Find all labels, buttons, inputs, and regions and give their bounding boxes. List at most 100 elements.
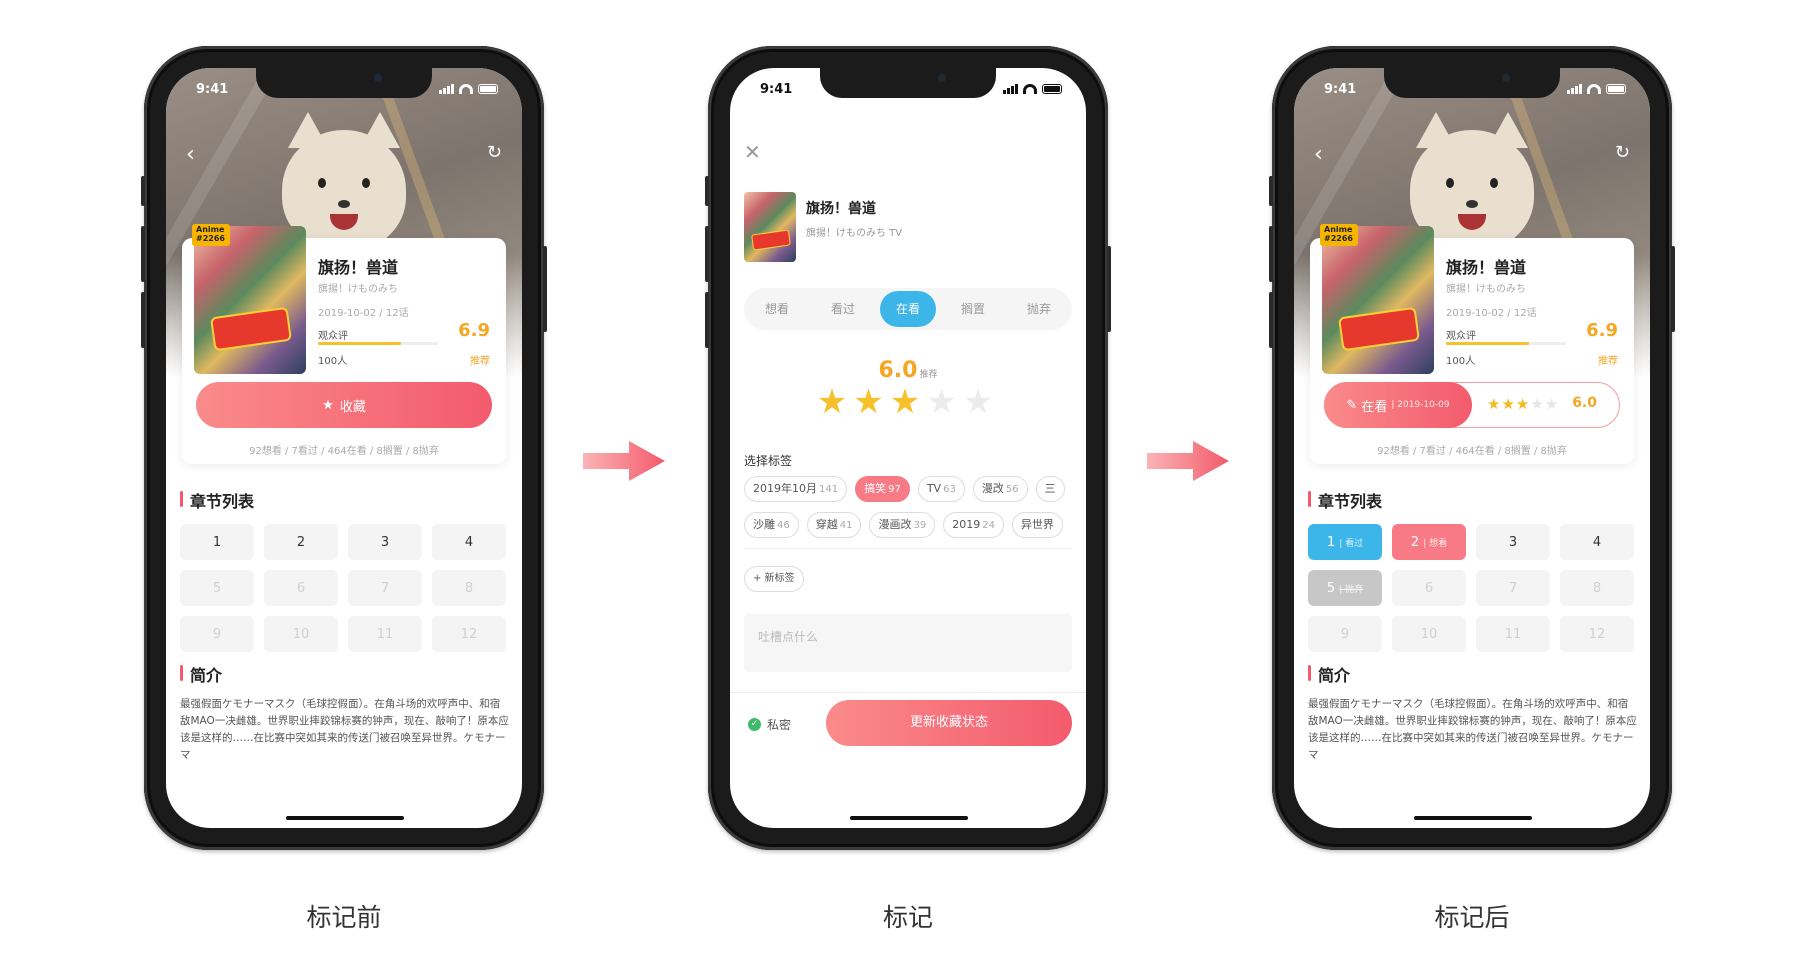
chapter-item[interactable]: 10 [1392,616,1466,652]
chapter-number: 1 [212,534,222,550]
chapter-number: 3 [1508,534,1518,550]
status-time: 9:41 [1324,82,1357,97]
star-filled-icon[interactable]: ★ [1487,395,1501,413]
star-empty-icon[interactable]: ★ [1530,395,1544,413]
chapter-item[interactable]: 10 [264,616,338,652]
home-indicator[interactable] [1414,816,1532,820]
anime-subtitle: 旗揚！けものみち [1446,284,1526,295]
screen-mark: 9:41 ✕ 旗扬！兽道 旗揚！けものみち TV 想看 看过 在看 搁置 抛弃 6.0 推… [730,68,1086,828]
chapter-item[interactable]: 9 [180,616,254,652]
chapter-item[interactable]: 12 [1560,616,1634,652]
cover-image[interactable] [194,226,306,374]
tag-chip[interactable]: 异世界 [1011,512,1063,538]
collection-status-bar[interactable]: ✎ 在看 | 2019-10-09 ★★★★★ 6.0 [1324,382,1620,428]
phone-mark: 9:41 ✕ 旗扬！兽道 旗揚！けものみち TV 想看 看过 在看 搁置 抛弃 6.0 推… [705,46,1111,850]
private-label: 私密 [767,718,792,732]
tag-chip[interactable]: 2019年10月 141 [744,476,848,502]
chapter-number: 10 [1420,626,1438,642]
tag-chip[interactable]: TV 63 [917,476,965,502]
tag-count: 56 [1005,484,1019,495]
home-indicator[interactable] [850,816,968,820]
chapter-item[interactable]: 7 [1476,570,1550,606]
chapter-item[interactable]: 3 [1476,524,1550,560]
chapter-item[interactable]: 7 [348,570,422,606]
chapter-number: 8 [1592,580,1602,596]
star-empty-icon[interactable]: ★ [1545,395,1559,413]
chapter-item[interactable]: 2 | 想看 [1392,524,1466,560]
intro-heading: 简介 [1308,662,1350,686]
star-empty-icon[interactable]: ★ [926,382,962,422]
close-icon[interactable]: ✕ [744,140,761,164]
star-filled-icon[interactable]: ★ [817,382,853,422]
chapter-number: 9 [212,626,222,642]
notch [1384,68,1560,98]
screen-before: 9:41 ‹ ↻ Anime #2266 旗扬！兽道 旗揚！けものみち 2019… [166,68,522,828]
chapter-number: 11 [376,626,394,642]
chapter-item[interactable]: 11 [1476,616,1550,652]
cover-thumbnail [744,192,796,262]
tag-chip[interactable]: 漫画改 39 [869,512,936,538]
anime-title: 旗扬！兽道 [318,258,399,277]
chapter-number: 9 [1340,626,1350,642]
collect-button[interactable]: ★ 收藏 [196,382,492,428]
audience-label: 观众评 [318,331,348,342]
tag-chip[interactable]: 穿越 41 [806,512,862,538]
tag-chip[interactable]: 漫改 56 [972,476,1028,502]
star-filled-icon[interactable]: ★ [1501,395,1515,413]
star-filled-icon[interactable]: ★ [890,382,926,422]
home-indicator[interactable] [286,816,404,820]
anime-subtitle: 旗揚！けものみち TV [806,228,903,239]
chapter-item[interactable]: 12 [432,616,506,652]
anime-badge: Anime #2266 [1320,224,1358,246]
status-segment[interactable]: 搁置 [940,291,1006,327]
chapter-item[interactable]: 2 [264,524,338,560]
my-rating-stars: ★★★★★ [1487,395,1559,413]
cover-image[interactable] [1322,226,1434,374]
chapter-item[interactable]: 4 [432,524,506,560]
chapter-number: 12 [1588,626,1606,642]
chapter-item[interactable]: 5 | 抛弃 [1308,570,1382,606]
tag-chip[interactable]: 2019 24 [943,512,1004,538]
refresh-icon[interactable]: ↻ [487,144,502,162]
chapter-item[interactable]: 1 | 看过 [1308,524,1382,560]
comment-input[interactable]: 吐槽点什么 [744,614,1072,672]
chapter-item[interactable]: 8 [432,570,506,606]
status-segment[interactable]: 看过 [810,291,876,327]
star-filled-icon[interactable]: ★ [1516,395,1530,413]
wifi-icon [1023,84,1037,94]
chapter-number: 7 [380,580,390,596]
update-collection-button[interactable]: 更新收藏状态 [826,700,1072,746]
chapter-number: 6 [296,580,306,596]
watch-stats: 92想看 / 7看过 / 464在看 / 8搁置 / 8抛弃 [1377,446,1567,457]
tag-chip[interactable]: 搞笑 97 [855,476,910,502]
status-segment[interactable]: 想看 [744,291,810,327]
back-icon[interactable]: ‹ [1314,144,1323,166]
chapter-number: 4 [1592,534,1602,550]
chapter-item[interactable]: 8 [1560,570,1634,606]
chapter-item[interactable]: 11 [348,616,422,652]
chapter-item[interactable]: 6 [1392,570,1466,606]
status-segment[interactable]: 在看 [880,291,936,327]
status-segment[interactable]: 抛弃 [1006,291,1072,327]
tag-name: 穿越 [815,518,838,531]
rating-stars[interactable]: ★★★★★ [730,382,1086,422]
chapter-item[interactable]: 5 [180,570,254,606]
private-toggle[interactable]: ✓ 私密 [748,716,791,733]
chapters-heading: 章节列表 [1308,488,1382,512]
collection-status-pill[interactable]: ✎ 在看 | 2019-10-09 [1324,382,1472,428]
refresh-icon[interactable]: ↻ [1615,144,1630,162]
chapter-item[interactable]: 1 [180,524,254,560]
chapter-item[interactable]: 3 [348,524,422,560]
tag-chip[interactable]: 三 [1035,476,1065,502]
star-empty-icon[interactable]: ★ [963,382,999,422]
screen-after: 9:41 ‹ ↻ Anime #2266 旗扬！兽道 旗揚！けものみち 2019… [1294,68,1650,828]
chapter-number: 12 [460,626,478,642]
chapter-item[interactable]: 6 [264,570,338,606]
tag-chip[interactable]: 沙雕 46 [744,512,799,538]
chapter-item[interactable]: 9 [1308,616,1382,652]
back-icon[interactable]: ‹ [186,144,195,166]
star-filled-icon[interactable]: ★ [853,382,889,422]
anime-title: 旗扬！兽道 [1446,258,1527,277]
new-tag-button[interactable]: + 新标签 [744,566,804,592]
chapter-item[interactable]: 4 [1560,524,1634,560]
